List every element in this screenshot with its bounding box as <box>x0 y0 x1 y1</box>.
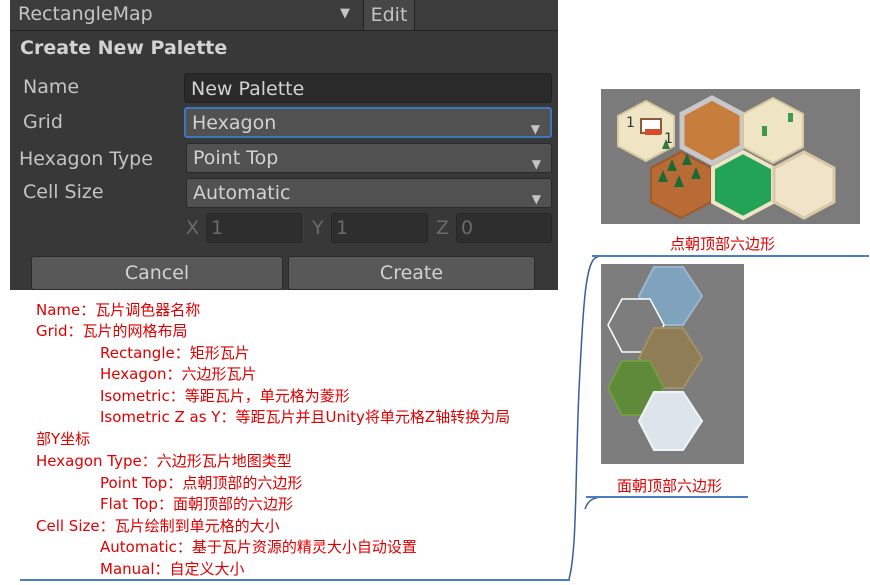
cell-size-value: Automatic <box>193 182 291 204</box>
name-label: Name <box>23 76 80 98</box>
flat-top-hex-image <box>601 264 744 464</box>
hexagon-type-dropdown[interactable]: Point Top ▼ <box>186 143 552 173</box>
x-label: X <box>186 217 200 239</box>
point-top-caption: 点朝顶部六边形 <box>670 235 776 253</box>
svg-text:1: 1 <box>626 115 635 131</box>
chevron-down-icon: ▼ <box>530 122 540 136</box>
create-button[interactable]: Create <box>288 256 535 290</box>
create-palette-dialog: RectangleMap ▼ Edit Create New Palette N… <box>10 0 558 290</box>
note-manual: Manual：自定义大小 <box>100 560 245 578</box>
note-grid: Grid：瓦片的网格布局 <box>36 322 188 340</box>
chevron-down-icon: ▼ <box>531 192 541 206</box>
note-isometric-z-cont: 部Y坐标 <box>36 430 91 448</box>
cell-size-dropdown[interactable]: Automatic ▼ <box>186 178 552 208</box>
cancel-button[interactable]: Cancel <box>31 256 283 290</box>
caption-underline-point-top <box>592 255 869 257</box>
chevron-down-icon: ▼ <box>531 157 541 171</box>
note-isometric-z: Isometric Z as Y：等距瓦片并且Unity将单元格Z轴转换为局 <box>100 408 511 426</box>
caption-underline-flat-top <box>586 496 748 498</box>
z-label: Z <box>436 217 450 239</box>
chevron-down-icon[interactable]: ▼ <box>340 6 350 21</box>
note-flat-top: Flat Top：面朝顶部的六边形 <box>100 495 293 513</box>
note-cell-size: Cell Size：瓦片绘制到单元格的大小 <box>36 517 280 535</box>
grid-dropdown[interactable]: Hexagon ▼ <box>184 107 552 138</box>
hexagon-type-label: Hexagon Type <box>19 148 153 170</box>
y-label: Y <box>312 217 324 239</box>
hexagon-type-value: Point Top <box>193 147 279 169</box>
edit-button[interactable]: Edit <box>363 0 415 30</box>
note-isometric: Isometric：等距瓦片，单元格为菱形 <box>100 387 350 405</box>
bracket-connector <box>568 256 599 580</box>
note-name: Name：瓦片调色器名称 <box>36 301 201 319</box>
underline-divider <box>20 579 570 581</box>
point-top-hex-tiles: 1 1 <box>601 89 860 224</box>
flat-top-hex-tiles <box>601 264 744 464</box>
y-field: 1 <box>331 213 428 243</box>
grid-dropdown-value: Hexagon <box>192 112 277 134</box>
cell-size-label: Cell Size <box>23 181 104 203</box>
flat-top-caption: 面朝顶部六边形 <box>617 477 723 495</box>
dialog-title: Create New Palette <box>20 37 228 59</box>
note-automatic: Automatic：基于瓦片资源的精灵大小自动设置 <box>100 538 417 556</box>
tilemap-selector[interactable]: RectangleMap ▼ Edit <box>10 0 558 31</box>
bracket-connector-lower <box>584 496 605 510</box>
point-top-hex-image: 1 1 <box>601 89 860 224</box>
name-field[interactable]: New Palette <box>184 73 552 103</box>
z-field: 0 <box>456 213 552 243</box>
x-field: 1 <box>206 213 302 243</box>
note-hexagon: Hexagon：六边形瓦片 <box>100 365 257 383</box>
note-hexagon-type: Hexagon Type：六边形瓦片地图类型 <box>36 452 292 470</box>
grid-label: Grid <box>23 111 63 133</box>
note-point-top: Point Top：点朝顶部的六边形 <box>100 474 303 492</box>
tilemap-dropdown-value: RectangleMap <box>18 3 153 25</box>
note-rectangle: Rectangle：矩形瓦片 <box>100 344 250 362</box>
